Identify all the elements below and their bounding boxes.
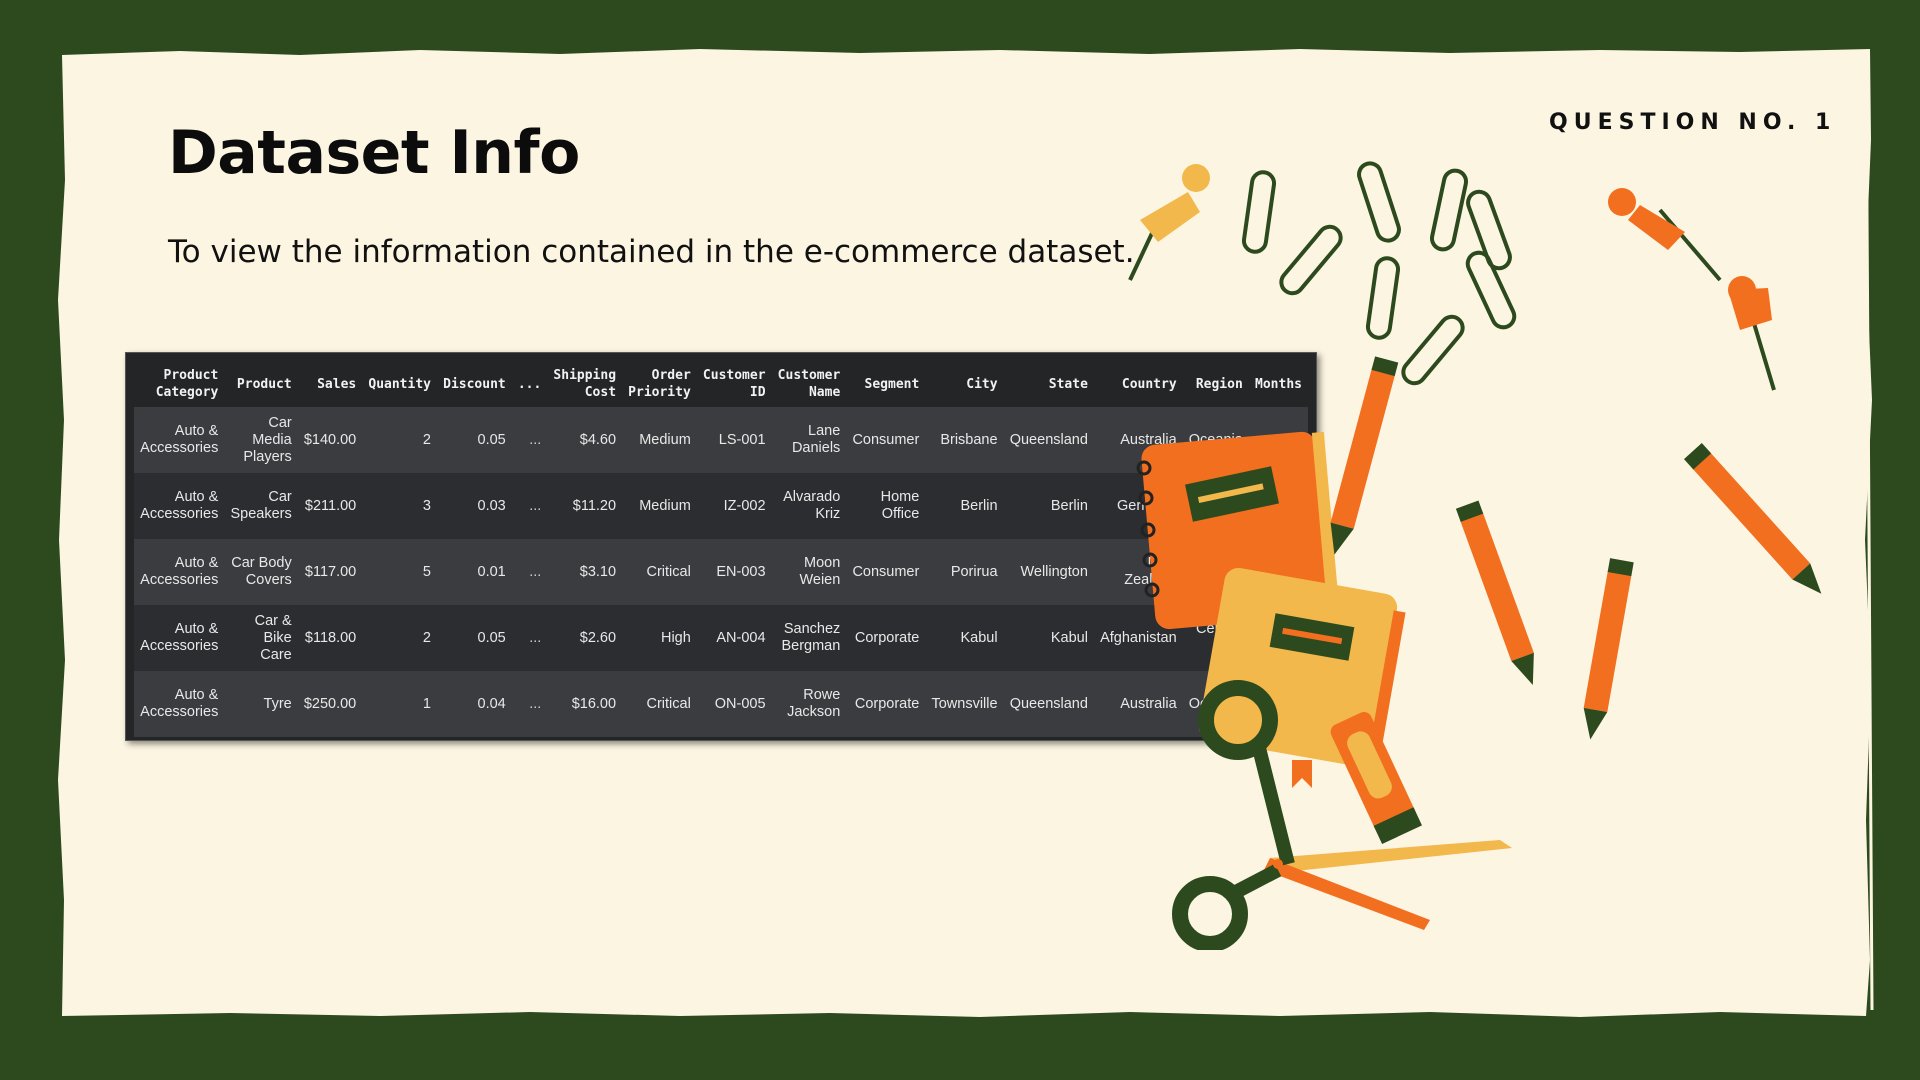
column-header: Product (224, 361, 298, 407)
column-header: Segment (846, 361, 926, 407)
column-header: ... (511, 361, 548, 407)
slide-subtitle: To view the information contained in the… (168, 234, 1135, 270)
table-cell: Car Media Players (243, 414, 292, 465)
page-title: Dataset Info (168, 118, 580, 188)
table-cell: $4.60 (579, 431, 617, 448)
table-cell: Car Speakers (230, 489, 292, 522)
table-cell: Car & Bike Care (254, 612, 292, 663)
table-cell: 0.05 (477, 431, 506, 448)
table-cell: 0.04 (477, 695, 506, 712)
table-cell: Auto & Accessories (140, 555, 219, 588)
slide: Dataset Info QUESTION NO. 1 To view the … (0, 0, 1920, 1080)
table-cell: Auto & Accessories (140, 687, 219, 720)
table-cell: Berlin (960, 497, 998, 514)
table-cell: Berlin (1050, 497, 1088, 514)
pencil-icon (1455, 500, 1534, 686)
table-cell: Kabul (1050, 629, 1088, 646)
table-cell: Critical (646, 563, 691, 580)
column-header: Order Priority (622, 361, 697, 407)
pencil-icon (1330, 356, 1399, 555)
table-cell: 5 (422, 563, 431, 580)
table-cell: Corporate (854, 629, 920, 646)
table-cell: Medium (639, 497, 691, 514)
table-cell: ... (529, 563, 542, 580)
table-cell: 3 (422, 497, 431, 514)
column-header: Customer ID (696, 361, 772, 407)
table-cell: Wellington (1020, 563, 1088, 580)
column-header: State (1003, 361, 1094, 407)
table-cell: Corporate (854, 695, 920, 712)
table-cell: $211.00 (304, 497, 357, 514)
table-cell: Moon Weien (799, 555, 841, 588)
table-cell: Consumer (852, 431, 920, 448)
table-cell: Critical (646, 695, 691, 712)
pencil-icon (1583, 558, 1634, 740)
column-header: Quantity (362, 361, 437, 407)
table-cell: Rowe Jackson (787, 687, 841, 720)
table-cell: Queensland (1009, 695, 1088, 712)
table-cell: Home Office (880, 489, 920, 522)
pencil-icon (1683, 443, 1822, 594)
table-cell: Auto & Accessories (140, 489, 219, 522)
table-cell: EN-003 (716, 563, 766, 580)
table-cell: ON-005 (714, 695, 766, 712)
table-cell: ... (529, 497, 542, 514)
table-cell: Tyre (263, 695, 292, 712)
table-cell: $3.10 (579, 563, 617, 580)
table-cell: 0.01 (477, 563, 506, 580)
column-header: Shipping Cost (547, 361, 623, 407)
pushpin-icon (1608, 188, 1776, 391)
table-cell: Lane Daniels (791, 423, 841, 456)
table-cell: Medium (639, 431, 691, 448)
table-cell: Townsville (931, 695, 998, 712)
table-cell: 0.03 (477, 497, 506, 514)
column-header: Product Category (134, 361, 225, 407)
table-cell: $140.00 (303, 431, 357, 448)
paperclip-icon (1241, 161, 1517, 386)
table-cell: AN-004 (716, 629, 766, 646)
table-cell: $2.60 (579, 629, 617, 646)
question-label: QUESTION NO. 1 (1549, 110, 1837, 135)
table-cell: Brisbane (940, 431, 998, 448)
table-cell: $16.00 (571, 695, 617, 712)
table-cell: Queensland (1009, 431, 1088, 448)
crayon-icon (1330, 712, 1422, 845)
column-header: Sales (297, 361, 363, 407)
table-cell: $117.00 (304, 563, 357, 580)
table-cell: 2 (422, 431, 431, 448)
column-header: Customer Name (771, 361, 847, 407)
table-cell: ... (529, 431, 542, 448)
table-cell: $11.20 (572, 497, 617, 514)
table-cell: IZ-002 (723, 497, 766, 514)
stationery-illustration (1128, 161, 1822, 950)
table-cell: 0.05 (477, 629, 506, 646)
table-cell: 1 (422, 695, 431, 712)
table-cell: Auto & Accessories (140, 621, 219, 654)
column-header: Discount (437, 361, 512, 407)
table-cell: ... (529, 629, 542, 646)
table-cell: ... (529, 695, 542, 712)
table-cell: $118.00 (304, 629, 357, 646)
table-cell: 2 (422, 629, 431, 646)
table-cell: LS-001 (718, 431, 766, 448)
table-cell: Porirua (950, 563, 998, 580)
table-cell: Consumer (852, 563, 920, 580)
table-cell: Alvarado Kriz (783, 489, 841, 522)
column-header: City (925, 361, 1004, 407)
table-cell: High (660, 629, 691, 646)
pushpin-icon (1128, 164, 1210, 281)
table-cell: $250.00 (303, 695, 357, 712)
table-cell: Kabul (960, 629, 998, 646)
table-cell: Sanchez Bergman (781, 621, 841, 654)
table-cell: Auto & Accessories (140, 423, 219, 456)
table-cell: Car Body Covers (231, 555, 292, 588)
